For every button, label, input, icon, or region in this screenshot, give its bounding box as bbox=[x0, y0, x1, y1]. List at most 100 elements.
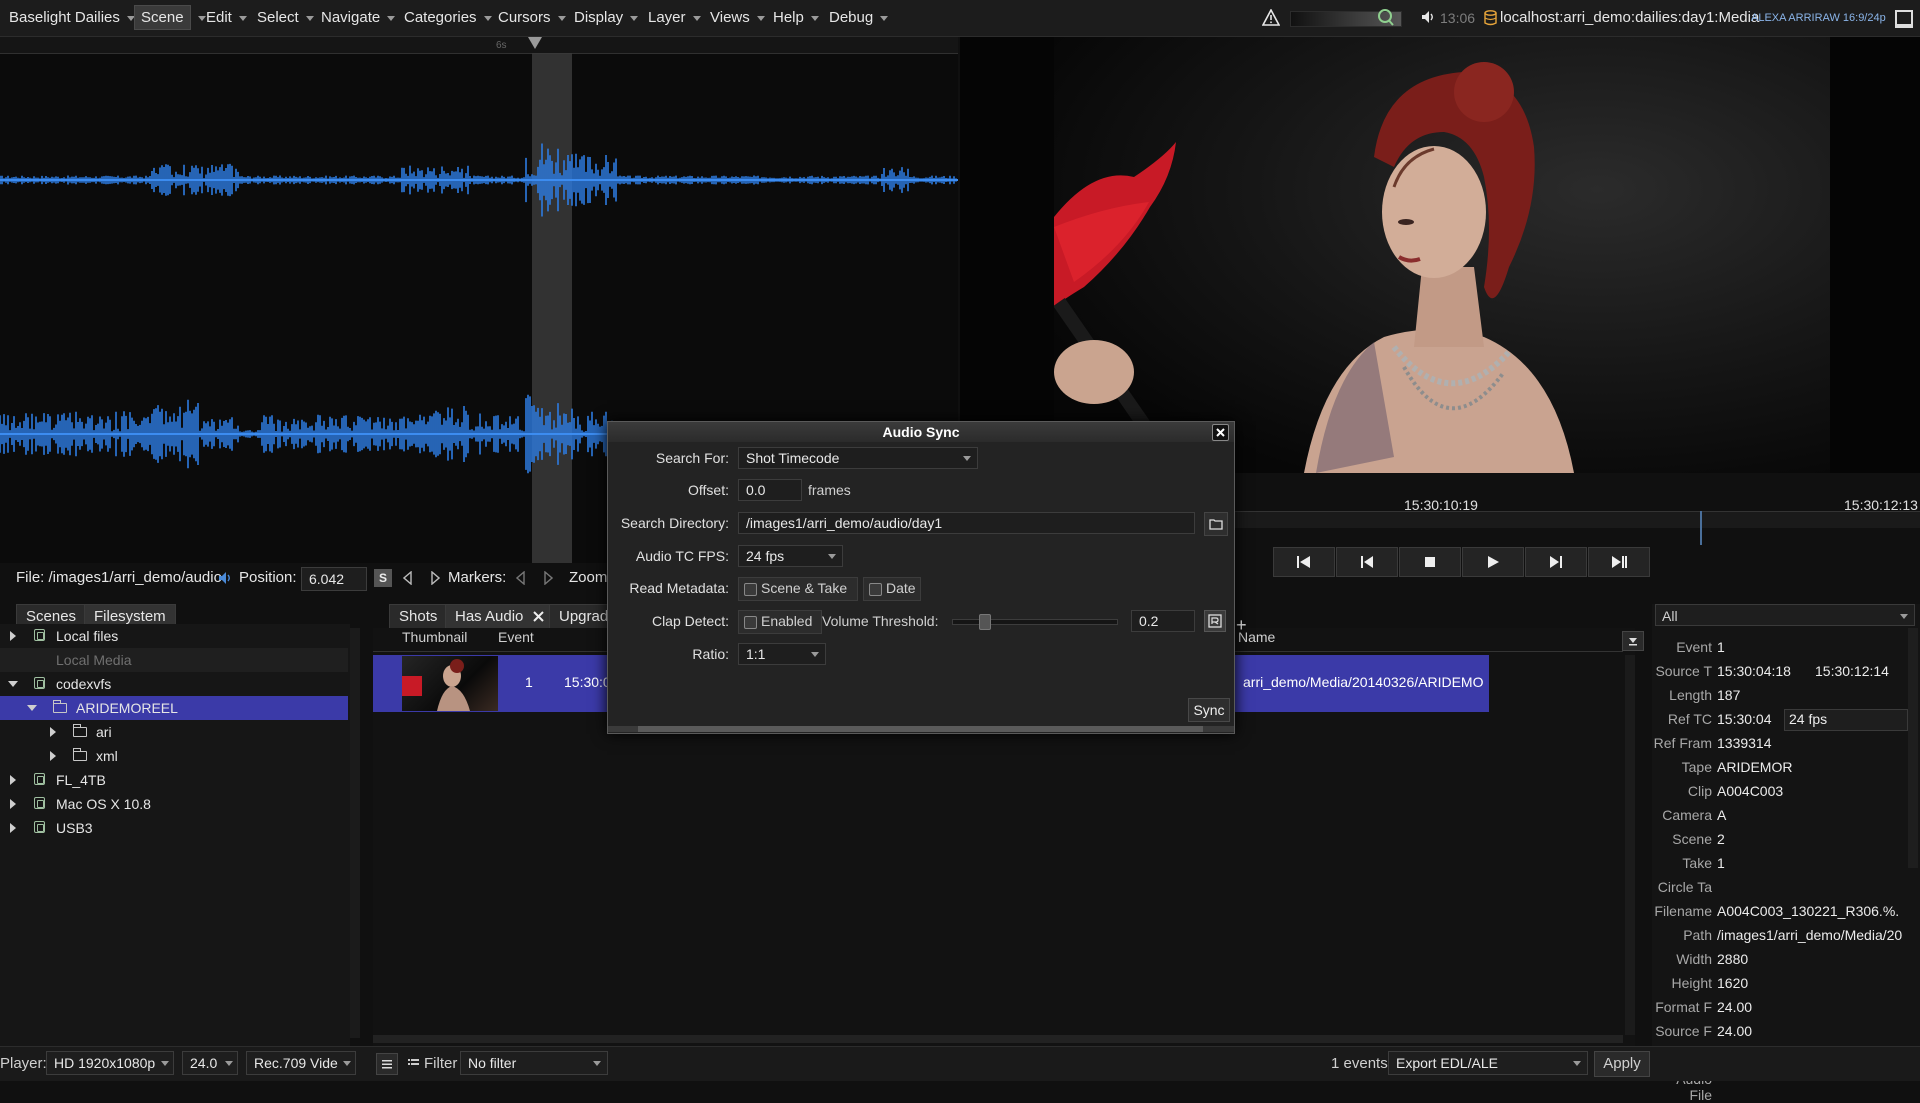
tree-scrollbar[interactable] bbox=[350, 628, 360, 1038]
player-format-select[interactable]: HD 1920x1080p bbox=[46, 1051, 174, 1075]
marker-next-icon[interactable] bbox=[431, 571, 440, 585]
go-to-start-button[interactable] bbox=[1273, 547, 1335, 577]
clap-enabled-checkbox[interactable] bbox=[744, 616, 757, 629]
search-directory-field[interactable]: /images1/arri_demo/audio/day1 bbox=[738, 512, 1195, 534]
col-thumbnail[interactable]: Thumbnail bbox=[402, 629, 467, 645]
go-to-end-button[interactable] bbox=[1588, 547, 1650, 577]
snap-button[interactable]: S bbox=[374, 569, 392, 587]
date-checkbox[interactable] bbox=[869, 583, 882, 596]
tree-item-aridemoreel[interactable]: ARIDEMOREEL bbox=[0, 696, 348, 720]
dialog-close-button[interactable] bbox=[1212, 424, 1229, 441]
tab-has-audio[interactable]: Has Audio bbox=[445, 604, 551, 629]
fps-select[interactable]: 24.0 bbox=[182, 1051, 238, 1075]
browse-folder-button[interactable] bbox=[1204, 512, 1228, 536]
marker-jump-next-icon[interactable] bbox=[544, 571, 553, 585]
date-toggle[interactable]: Date bbox=[863, 577, 921, 601]
scene-take-toggle[interactable]: Scene & Take bbox=[738, 577, 858, 601]
search-icon[interactable] bbox=[1377, 8, 1395, 27]
ref-tc-fps-select[interactable]: 24 fps bbox=[1784, 709, 1908, 731]
list-options-button[interactable] bbox=[376, 1053, 398, 1075]
step-forward-button[interactable] bbox=[1525, 547, 1587, 577]
tree-item-mac-os-x[interactable]: Mac OS X 10.8 bbox=[0, 792, 348, 816]
speaker-icon[interactable] bbox=[1420, 9, 1436, 25]
colorspace-select[interactable]: Rec.709 Vide bbox=[246, 1051, 356, 1075]
column-menu-icon[interactable] bbox=[1622, 631, 1644, 651]
menu-help[interactable]: Help bbox=[773, 0, 819, 36]
ratio-select[interactable]: 1:1 bbox=[738, 643, 826, 665]
menu-cursors[interactable]: Cursors bbox=[498, 0, 566, 36]
metadata-value[interactable]: 24.00 bbox=[1717, 999, 1907, 1015]
metadata-value[interactable]: ARIDEMOR bbox=[1717, 759, 1907, 775]
menu-categories[interactable]: Categories bbox=[404, 0, 492, 36]
metadata-value[interactable]: 15:30:04:18 bbox=[1717, 663, 1807, 679]
tab-shots[interactable]: Shots bbox=[389, 604, 448, 629]
audio-speaker-icon[interactable] bbox=[217, 570, 233, 586]
menu-select[interactable]: Select bbox=[257, 0, 314, 36]
position-field[interactable]: 6.042 bbox=[301, 567, 367, 591]
warning-icon[interactable] bbox=[1262, 9, 1280, 26]
metadata-value[interactable]: A004C003 bbox=[1717, 783, 1907, 799]
metadata-value[interactable]: 1 bbox=[1717, 639, 1907, 655]
step-back-button[interactable] bbox=[1336, 547, 1398, 577]
stop-button[interactable] bbox=[1399, 547, 1461, 577]
menu-debug[interactable]: Debug bbox=[829, 0, 889, 36]
timeline-cursor[interactable] bbox=[1700, 511, 1702, 545]
tree-item-xml[interactable]: xml bbox=[0, 744, 348, 768]
metadata-value[interactable]: 2 bbox=[1717, 831, 1907, 847]
search-for-value: Shot Timecode bbox=[746, 450, 840, 466]
metadata-value[interactable]: /images1/arri_demo/Media/20 bbox=[1717, 927, 1907, 943]
menu-layer[interactable]: Layer bbox=[648, 0, 701, 36]
metadata-scrollbar[interactable] bbox=[1908, 628, 1918, 868]
menu-views[interactable]: Views bbox=[710, 0, 765, 36]
col-event[interactable]: Event bbox=[498, 629, 534, 645]
metadata-value[interactable]: 24.00 bbox=[1717, 1023, 1907, 1039]
metadata-value[interactable]: A bbox=[1717, 807, 1907, 823]
offset-field[interactable]: 0.0 bbox=[738, 479, 802, 501]
audio-tc-fps-select[interactable]: 24 fps bbox=[738, 545, 843, 567]
tree-item-local-files[interactable]: Local files bbox=[0, 624, 348, 648]
monitor-icon[interactable] bbox=[1895, 10, 1913, 28]
filter-value: No filter bbox=[468, 1055, 517, 1071]
metadata-value[interactable]: 1 bbox=[1717, 855, 1907, 871]
reset-volume-button[interactable] bbox=[1204, 610, 1226, 632]
marker-jump-prev-icon[interactable] bbox=[516, 571, 525, 585]
playhead-handle[interactable] bbox=[528, 37, 542, 49]
metadata-value[interactable]: 1620 bbox=[1717, 975, 1907, 991]
shots-vscrollbar[interactable] bbox=[1625, 655, 1635, 1035]
filter-icon[interactable] bbox=[404, 1053, 424, 1073]
tree-item-ari[interactable]: ari bbox=[0, 720, 348, 744]
tree-item-codexvfs[interactable]: codexvfs bbox=[0, 672, 348, 696]
metadata-value[interactable]: 187 bbox=[1717, 687, 1907, 703]
export-select[interactable]: Export EDL/ALE bbox=[1388, 1051, 1588, 1075]
menu-display[interactable]: Display bbox=[574, 0, 639, 36]
metadata-filter-select[interactable]: All bbox=[1655, 604, 1915, 626]
marker-prev-icon[interactable] bbox=[403, 571, 412, 585]
tree-item-local-media[interactable]: Local Media bbox=[0, 648, 348, 672]
volume-slider-track[interactable] bbox=[952, 619, 1118, 625]
tree-item-usb3[interactable]: USB3 bbox=[0, 816, 348, 840]
shots-hscrollbar[interactable] bbox=[373, 1035, 1623, 1043]
metadata-value[interactable]: 2880 bbox=[1717, 951, 1907, 967]
volume-threshold-field[interactable]: 0.2 bbox=[1131, 610, 1195, 632]
menu-scene[interactable]: Scene bbox=[134, 0, 206, 36]
tree-item-fl-4tb[interactable]: FL_4TB bbox=[0, 768, 348, 792]
add-column-icon[interactable]: + bbox=[1236, 615, 1247, 636]
filter-select[interactable]: No filter bbox=[460, 1051, 608, 1075]
sync-button[interactable]: Sync bbox=[1188, 698, 1230, 722]
play-button[interactable] bbox=[1462, 547, 1524, 577]
location-path[interactable]: localhost:arri_demo:dailies:day1:Media bbox=[1500, 0, 1759, 36]
search-for-select[interactable]: Shot Timecode bbox=[738, 447, 978, 469]
clap-enabled-toggle[interactable]: Enabled bbox=[738, 610, 822, 634]
volume-slider-thumb[interactable] bbox=[979, 614, 991, 630]
metadata-value[interactable]: 1339314 bbox=[1717, 735, 1907, 751]
close-tab-icon[interactable] bbox=[533, 611, 545, 622]
apply-button[interactable]: Apply bbox=[1594, 1051, 1650, 1077]
tree-item-label: xml bbox=[96, 748, 118, 764]
scene-take-checkbox[interactable] bbox=[744, 583, 757, 596]
menu-edit[interactable]: Edit bbox=[206, 0, 247, 36]
timeline-track[interactable] bbox=[1235, 511, 1920, 528]
metadata-value[interactable]: A004C003_130221_R306.%. bbox=[1717, 903, 1907, 919]
app-menu[interactable]: Baselight Dailies bbox=[9, 0, 135, 36]
waveform-ruler[interactable]: 6s bbox=[0, 37, 958, 54]
menu-navigate[interactable]: Navigate bbox=[321, 0, 396, 36]
